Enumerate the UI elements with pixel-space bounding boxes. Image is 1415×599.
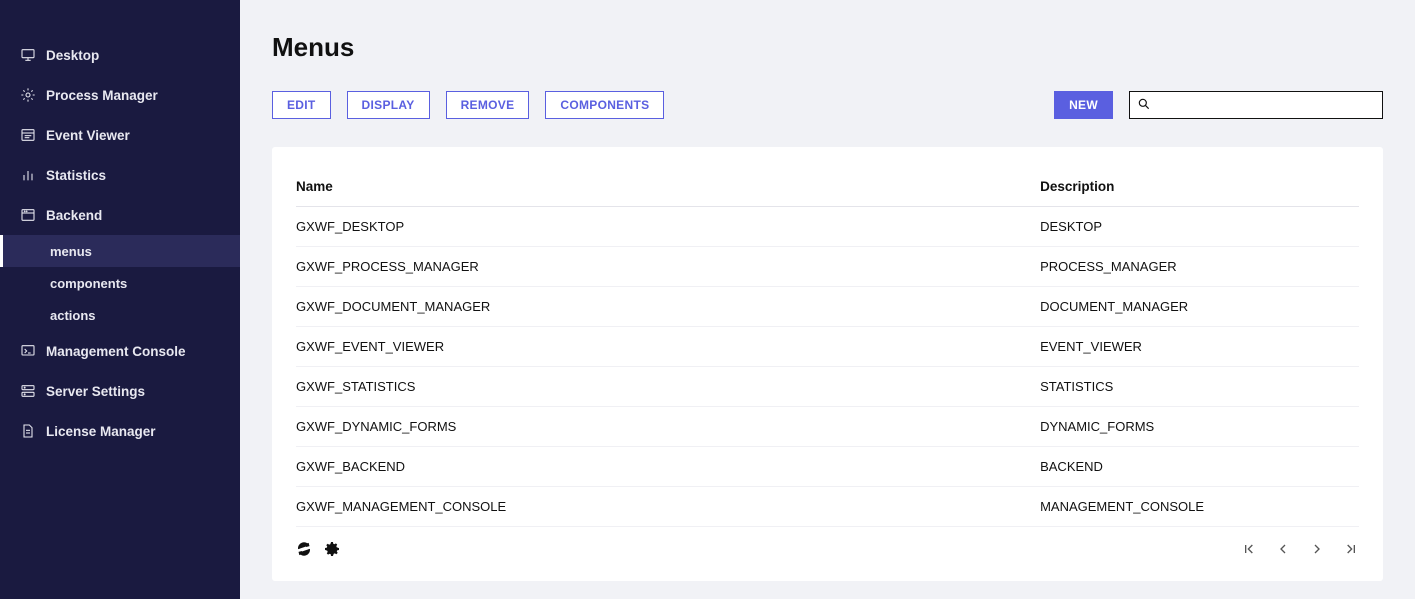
sidebar-item-label: Process Manager bbox=[46, 88, 158, 103]
sidebar-sub-components[interactable]: components bbox=[0, 267, 240, 299]
search-icon bbox=[1137, 97, 1151, 111]
table-row[interactable]: GXWF_DYNAMIC_FORMSDYNAMIC_FORMS bbox=[296, 407, 1359, 447]
table-row[interactable]: GXWF_BACKENDBACKEND bbox=[296, 447, 1359, 487]
cell-description: EVENT_VIEWER bbox=[1040, 327, 1359, 367]
sidebar-item-management-console[interactable]: Management Console bbox=[0, 331, 240, 371]
sidebar-item-backend[interactable]: Backend bbox=[0, 195, 240, 235]
table-row[interactable]: GXWF_STATISTICSSTATISTICS bbox=[296, 367, 1359, 407]
sidebar-sub-actions[interactable]: actions bbox=[0, 299, 240, 331]
document-icon bbox=[20, 423, 36, 439]
table-row[interactable]: GXWF_PROCESS_MANAGERPROCESS_MANAGER bbox=[296, 247, 1359, 287]
cell-name: GXWF_BACKEND bbox=[296, 447, 1040, 487]
table-header-name[interactable]: Name bbox=[296, 171, 1040, 207]
cell-name: GXWF_DYNAMIC_FORMS bbox=[296, 407, 1040, 447]
cell-name: GXWF_MANAGEMENT_CONSOLE bbox=[296, 487, 1040, 527]
edit-button[interactable]: EDIT bbox=[272, 91, 331, 119]
display-button[interactable]: DISPLAY bbox=[347, 91, 430, 119]
sidebar-item-label: Server Settings bbox=[46, 384, 145, 399]
gear-dots-icon bbox=[20, 87, 36, 103]
card-footer bbox=[296, 541, 1359, 557]
sidebar-item-label: License Manager bbox=[46, 424, 156, 439]
table-row[interactable]: GXWF_DOCUMENT_MANAGERDOCUMENT_MANAGER bbox=[296, 287, 1359, 327]
sidebar-sub-menus[interactable]: menus bbox=[0, 235, 240, 267]
page-first-icon[interactable] bbox=[1241, 541, 1257, 557]
toolbar: EDIT DISPLAY REMOVE COMPONENTS NEW bbox=[272, 91, 1383, 119]
cell-name: GXWF_STATISTICS bbox=[296, 367, 1040, 407]
table-row[interactable]: GXWF_EVENT_VIEWEREVENT_VIEWER bbox=[296, 327, 1359, 367]
cell-name: GXWF_DOCUMENT_MANAGER bbox=[296, 287, 1040, 327]
cell-description: STATISTICS bbox=[1040, 367, 1359, 407]
sidebar-item-server-settings[interactable]: Server Settings bbox=[0, 371, 240, 411]
sidebar-item-event-viewer[interactable]: Event Viewer bbox=[0, 115, 240, 155]
sidebar: Desktop Process Manager Event Viewer Sta… bbox=[0, 0, 240, 599]
cell-description: DOCUMENT_MANAGER bbox=[1040, 287, 1359, 327]
table-row[interactable]: GXWF_MANAGEMENT_CONSOLEMANAGEMENT_CONSOL… bbox=[296, 487, 1359, 527]
cell-description: BACKEND bbox=[1040, 447, 1359, 487]
monitor-icon bbox=[20, 47, 36, 63]
window-list-icon bbox=[20, 127, 36, 143]
sidebar-sub-label: actions bbox=[50, 308, 96, 323]
search-wrap bbox=[1129, 91, 1383, 119]
sidebar-item-desktop[interactable]: Desktop bbox=[0, 35, 240, 75]
sidebar-item-label: Management Console bbox=[46, 344, 186, 359]
cell-name: GXWF_PROCESS_MANAGER bbox=[296, 247, 1040, 287]
sidebar-item-statistics[interactable]: Statistics bbox=[0, 155, 240, 195]
table-header-description[interactable]: Description bbox=[1040, 171, 1359, 207]
server-gear-icon bbox=[20, 383, 36, 399]
cell-name: GXWF_DESKTOP bbox=[296, 207, 1040, 247]
components-button[interactable]: COMPONENTS bbox=[545, 91, 664, 119]
search-input[interactable] bbox=[1129, 91, 1383, 119]
remove-button[interactable]: REMOVE bbox=[446, 91, 530, 119]
sidebar-item-process-manager[interactable]: Process Manager bbox=[0, 75, 240, 115]
page-prev-icon[interactable] bbox=[1275, 541, 1291, 557]
console-icon bbox=[20, 343, 36, 359]
cell-description: DESKTOP bbox=[1040, 207, 1359, 247]
sidebar-sub-label: menus bbox=[50, 244, 92, 259]
page-title: Menus bbox=[272, 32, 1383, 63]
sidebar-item-label: Statistics bbox=[46, 168, 106, 183]
app-window-icon bbox=[20, 207, 36, 223]
cell-name: GXWF_EVENT_VIEWER bbox=[296, 327, 1040, 367]
main-content: Menus EDIT DISPLAY REMOVE COMPONENTS NEW… bbox=[240, 0, 1415, 599]
pagination bbox=[1241, 541, 1359, 557]
refresh-icon[interactable] bbox=[296, 541, 312, 557]
page-next-icon[interactable] bbox=[1309, 541, 1325, 557]
table-card: Name Description GXWF_DESKTOPDESKTOPGXWF… bbox=[272, 147, 1383, 581]
cell-description: DYNAMIC_FORMS bbox=[1040, 407, 1359, 447]
sidebar-item-license-manager[interactable]: License Manager bbox=[0, 411, 240, 451]
sidebar-item-label: Desktop bbox=[46, 48, 99, 63]
table-row[interactable]: GXWF_DESKTOPDESKTOP bbox=[296, 207, 1359, 247]
menus-table: Name Description GXWF_DESKTOPDESKTOPGXWF… bbox=[296, 171, 1359, 527]
settings-gear-icon[interactable] bbox=[324, 541, 340, 557]
sidebar-item-label: Backend bbox=[46, 208, 102, 223]
sidebar-item-label: Event Viewer bbox=[46, 128, 130, 143]
page-last-icon[interactable] bbox=[1343, 541, 1359, 557]
barchart-icon bbox=[20, 167, 36, 183]
cell-description: PROCESS_MANAGER bbox=[1040, 247, 1359, 287]
new-button[interactable]: NEW bbox=[1054, 91, 1113, 119]
sidebar-sub-label: components bbox=[50, 276, 127, 291]
cell-description: MANAGEMENT_CONSOLE bbox=[1040, 487, 1359, 527]
